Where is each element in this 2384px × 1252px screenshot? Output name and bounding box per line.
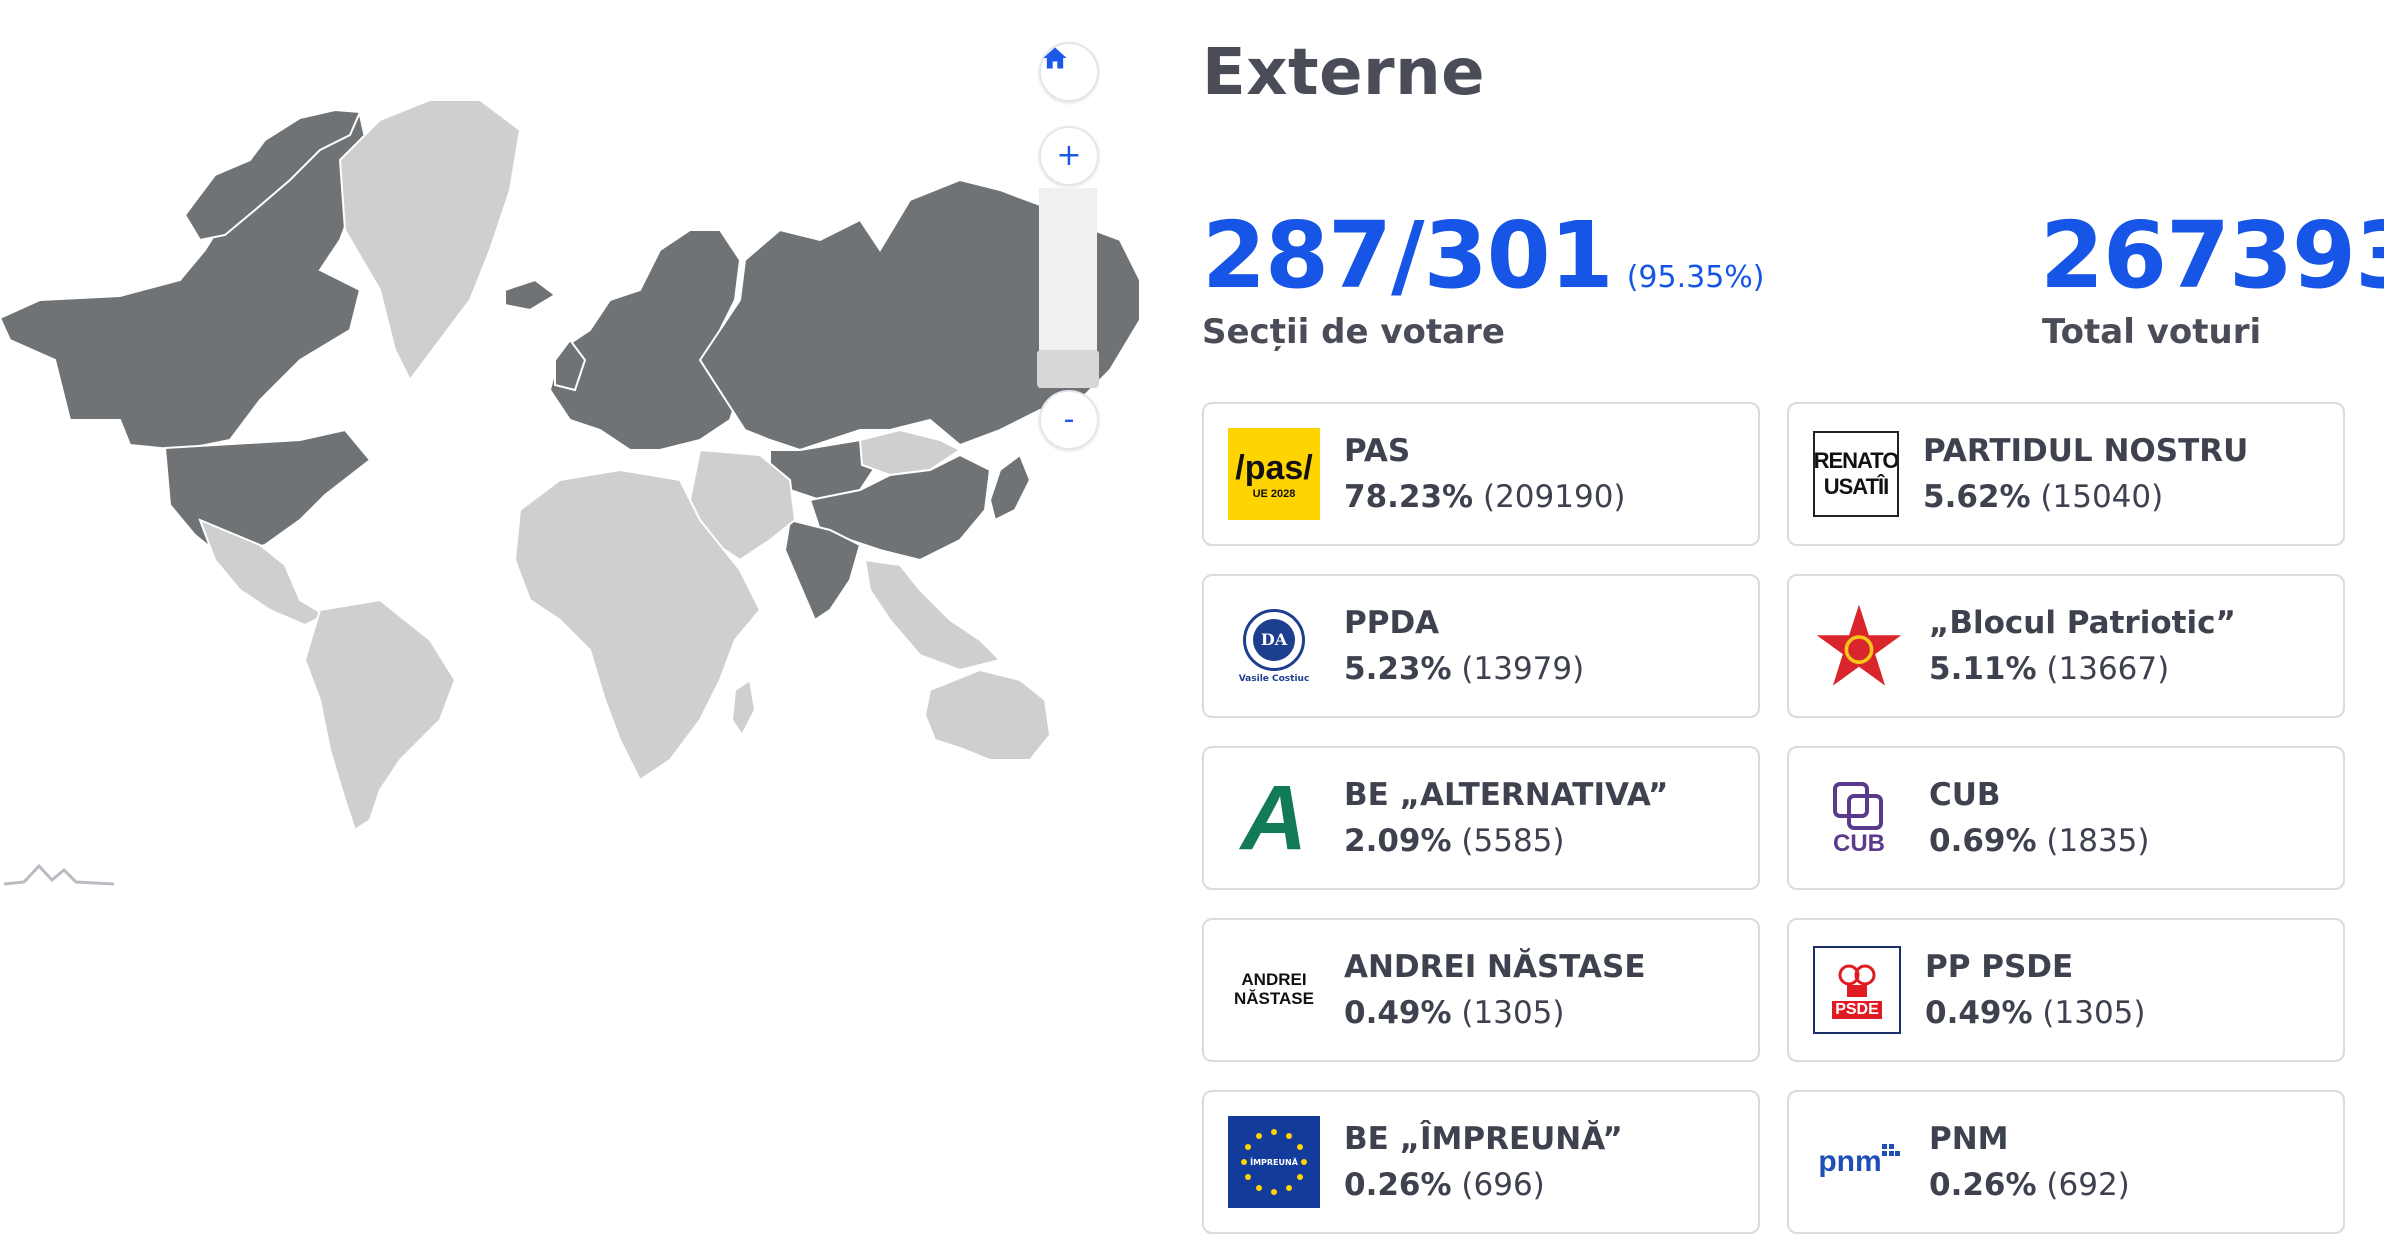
party-result: 0.49% (1305) (1344, 995, 1646, 1031)
party-percent: 0.69% (1929, 823, 2037, 859)
party-percent: 2.09% (1344, 823, 1452, 859)
polling-sections-value: 287/301 (1202, 202, 1614, 309)
party-result: 0.26% (696) (1344, 1167, 1623, 1203)
map-zoom-in-button[interactable]: + (1039, 126, 1099, 186)
partidul-nostru-logo: RENATO USATÎI (1813, 431, 1899, 517)
party-percent: 0.49% (1344, 995, 1452, 1031)
party-votes: (13979) (1461, 651, 1585, 687)
map-country-canada[interactable] (0, 113, 372, 452)
home-icon (1043, 47, 1067, 69)
party-percent: 5.11% (1929, 651, 2037, 687)
map-region-europe[interactable] (548, 229, 742, 451)
polling-sections-percent: (95.35%) (1626, 260, 1765, 295)
party-percent: 0.49% (1925, 995, 2033, 1031)
world-map[interactable]: + - (0, 0, 1150, 920)
party-name: ANDREI NĂSTASE (1344, 949, 1646, 985)
party-result: 0.26% (692) (1929, 1167, 2130, 1203)
map-region-south-america[interactable] (303, 598, 457, 832)
map-country-madagascar[interactable] (730, 678, 757, 737)
party-card-partidul-nostru[interactable]: RENATO USATÎI PARTIDUL NOSTRU 5.62% (150… (1787, 402, 2345, 546)
party-name: PNM (1929, 1121, 2009, 1157)
party-votes: (209190) (1482, 479, 1626, 515)
party-result: 2.09% (5585) (1344, 823, 1668, 859)
party-card-pnm[interactable]: pnm PNM 0.26% (692) (1787, 1090, 2345, 1234)
party-votes: (15040) (2040, 479, 2164, 515)
eu-flag-icon: ÎMPREUNĂ (1228, 1116, 1320, 1208)
party-card-blocul-patriotic[interactable]: „Blocul Patriotic” 5.11% (13667) (1787, 574, 2345, 718)
map-zoom-slider-thumb[interactable] (1037, 350, 1099, 388)
total-votes-value: 267393 (2040, 202, 2384, 309)
party-result: 0.69% (1835) (1929, 823, 2150, 859)
party-name: BE „ÎMPREUNĂ” (1344, 1121, 1623, 1157)
pas-logo: /pas/ UE 2028 (1228, 428, 1320, 520)
zoom-out-label: - (1063, 402, 1075, 437)
party-name: BE „ALTERNATIVA” (1344, 777, 1669, 813)
map-country-greenland[interactable] (338, 99, 522, 382)
cub-logo: CUB (1813, 772, 1905, 864)
world-map-canvas[interactable] (0, 0, 1150, 920)
total-votes-label: Total voturi (2042, 312, 2262, 352)
pnm-logo: pnm (1813, 1116, 1905, 1208)
alternativa-logo: A (1240, 772, 1308, 864)
map-country-australia[interactable] (923, 668, 1052, 761)
party-card-pas[interactable]: /pas/ UE 2028 PAS 78.23% (209190) (1202, 402, 1760, 546)
party-card-pp-psde[interactable]: PSDE PP PSDE 0.49% (1305) (1787, 918, 2345, 1062)
map-home-button[interactable] (1039, 42, 1099, 102)
map-zoom-out-button[interactable]: - (1039, 390, 1099, 450)
party-votes: (692) (2046, 1167, 2130, 1203)
party-votes: (1835) (2046, 823, 2150, 859)
map-country-iceland[interactable] (504, 278, 557, 312)
party-result: 0.49% (1305) (1925, 995, 2146, 1031)
map-region-southeast-asia[interactable] (863, 558, 1002, 672)
party-percent: 5.23% (1344, 651, 1452, 687)
party-votes: (1305) (2042, 995, 2146, 1031)
party-result: 78.23% (209190) (1344, 479, 1626, 515)
party-votes: (5585) (1461, 823, 1565, 859)
ppda-logo: DA Vasile Costiuc (1228, 600, 1320, 692)
party-votes: (696) (1461, 1167, 1545, 1203)
party-percent: 0.26% (1929, 1167, 2037, 1203)
party-name: „Blocul Patriotic” (1929, 605, 2236, 641)
map-country-japan[interactable] (988, 453, 1032, 522)
polling-sections-label: Secții de votare (1202, 312, 1505, 352)
polling-sections-stat: 287/301 (95.35%) (1202, 210, 1765, 302)
zoom-in-label: + (1056, 138, 1082, 173)
party-card-alternativa[interactable]: A BE „ALTERNATIVA” 2.09% (5585) (1202, 746, 1760, 890)
party-percent: 0.26% (1344, 1167, 1452, 1203)
party-card-andrei-nastase[interactable]: ANDREI NĂSTASE ANDREI NĂSTASE 0.49% (130… (1202, 918, 1760, 1062)
party-votes: (13667) (2046, 651, 2170, 687)
party-name: PAS (1344, 433, 1411, 469)
party-result: 5.23% (13979) (1344, 651, 1584, 687)
party-name: PARTIDUL NOSTRU (1923, 433, 2249, 469)
party-percent: 5.62% (1923, 479, 2031, 515)
party-result: 5.62% (15040) (1923, 479, 2248, 515)
party-card-cub[interactable]: CUB CUB 0.69% (1835) (1787, 746, 2345, 890)
party-name: PPDA (1344, 605, 1440, 641)
party-name: CUB (1929, 777, 2001, 813)
andrei-nastase-logo: ANDREI NĂSTASE (1234, 970, 1314, 1008)
party-percent: 78.23% (1344, 479, 1474, 515)
party-card-ppda[interactable]: DA Vasile Costiuc PPDA 5.23% (13979) (1202, 574, 1760, 718)
party-votes: (1305) (1461, 995, 1565, 1031)
party-name: PP PSDE (1925, 949, 2074, 985)
region-title: Externe (1202, 36, 1486, 110)
party-result: 5.11% (13667) (1929, 651, 2236, 687)
map-country-usa[interactable] (163, 428, 372, 557)
party-card-impreuna[interactable]: ÎMPREUNĂ BE „ÎMPREUNĂ” 0.26% (696) (1202, 1090, 1760, 1234)
red-star-icon (1813, 600, 1905, 692)
psde-logo: PSDE (1813, 946, 1901, 1034)
